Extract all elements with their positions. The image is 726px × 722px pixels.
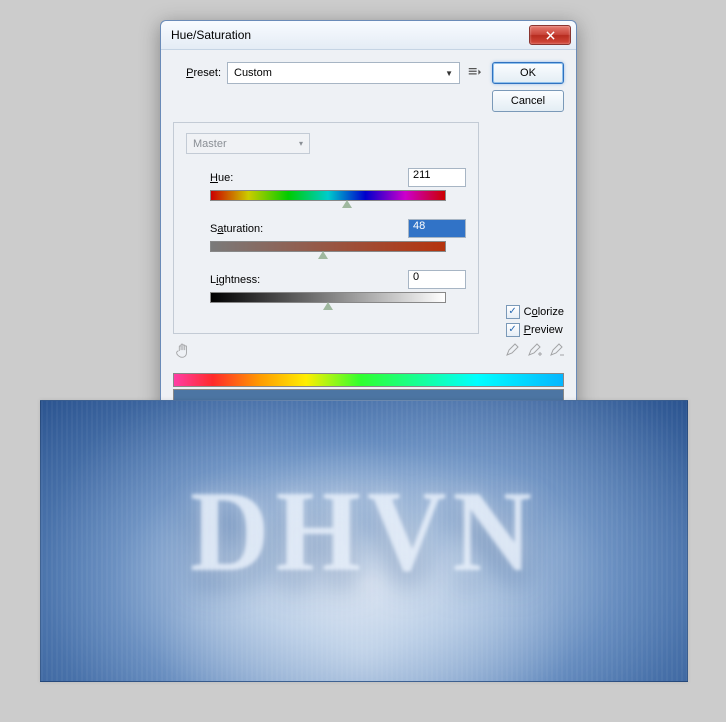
eyedropper-icon[interactable] xyxy=(504,343,520,362)
hue-label: Hue: xyxy=(210,172,233,184)
preset-dropdown[interactable]: Custom ▼ xyxy=(227,62,460,84)
slider-group: Master ▾ Hue: 211 Saturation: 48 xyxy=(173,122,479,334)
lightness-input[interactable]: 0 xyxy=(408,270,466,289)
channel-value: Master xyxy=(193,138,227,150)
close-button[interactable] xyxy=(529,25,571,45)
ok-button[interactable]: OK xyxy=(492,62,564,84)
chevron-down-icon: ▾ xyxy=(299,139,303,148)
preset-value: Custom xyxy=(234,67,272,79)
check-icon: ✓ xyxy=(506,305,520,319)
colorize-checkbox[interactable]: ✓ Colorize xyxy=(506,305,564,319)
eyedropper-add-icon[interactable] xyxy=(526,343,542,362)
hue-input[interactable]: 211 xyxy=(408,168,466,187)
lightness-slider[interactable] xyxy=(210,292,446,303)
saturation-input[interactable]: 48 xyxy=(408,219,466,238)
preview-text: DHVN xyxy=(190,464,538,597)
dialog-body: Preset: Custom ▼ OK Cancel Master ▾ xyxy=(161,50,576,417)
preview-label: Preview xyxy=(524,324,563,336)
lightness-thumb[interactable] xyxy=(323,302,333,310)
rainbow-bar xyxy=(173,373,564,387)
hue-slider[interactable] xyxy=(210,190,446,201)
check-icon: ✓ xyxy=(506,323,520,337)
image-preview: DHVN xyxy=(40,400,688,682)
colorize-label: Colorize xyxy=(524,306,564,318)
saturation-label: Saturation: xyxy=(210,223,263,235)
preview-checkbox[interactable]: ✓ Preview xyxy=(506,323,564,337)
cancel-button[interactable]: Cancel xyxy=(492,90,564,112)
titlebar[interactable]: Hue/Saturation xyxy=(161,21,576,50)
targeted-adjustment-icon[interactable] xyxy=(173,342,191,363)
hue-saturation-dialog: Hue/Saturation Preset: Custom ▼ OK Cance… xyxy=(160,20,577,418)
preset-menu-icon[interactable] xyxy=(466,65,482,81)
hue-thumb[interactable] xyxy=(342,200,352,208)
color-range-bars xyxy=(173,373,564,403)
lightness-label: Lightness: xyxy=(210,274,260,286)
eyedropper-subtract-icon[interactable] xyxy=(548,343,564,362)
channel-dropdown: Master ▾ xyxy=(186,133,310,154)
dialog-title: Hue/Saturation xyxy=(171,28,251,42)
chevron-down-icon: ▼ xyxy=(445,69,453,78)
saturation-slider[interactable] xyxy=(210,241,446,252)
saturation-thumb[interactable] xyxy=(318,251,328,259)
preset-label: Preset: xyxy=(173,67,221,79)
